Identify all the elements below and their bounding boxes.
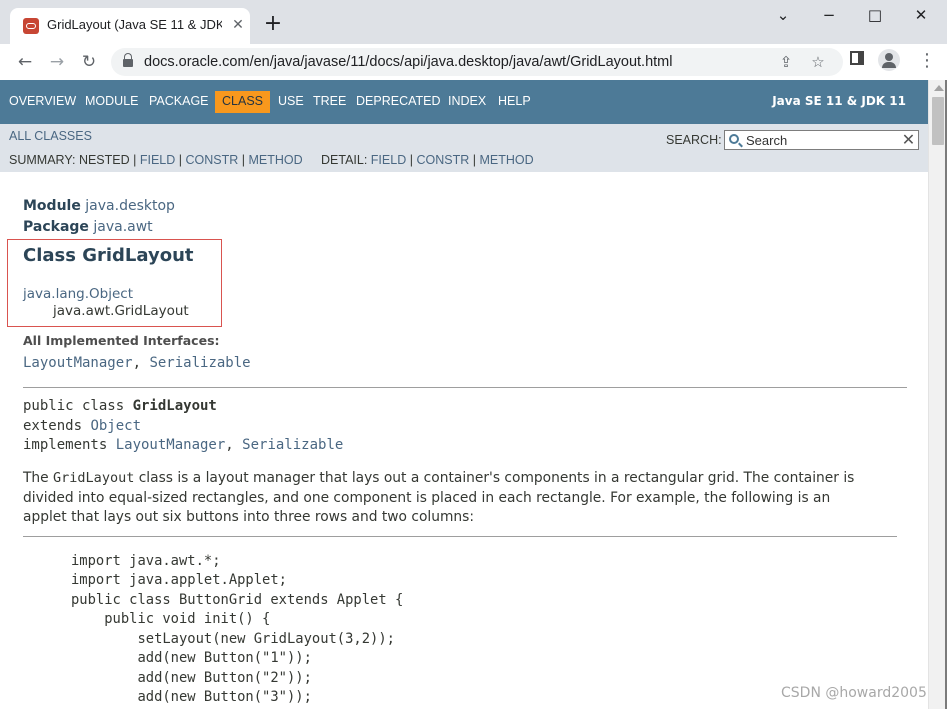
serializable-link[interactable]: Serializable <box>149 355 250 371</box>
share-icon[interactable]: ⇪ <box>775 51 797 73</box>
tab-strip: GridLayout (Java SE 11 & JDK ✕ + ⌄ − □ ✕ <box>0 0 947 44</box>
sub-navbar: ALL CLASSES SUMMARY: NESTED | FIELD | CO… <box>0 124 928 172</box>
url-text[interactable]: docs.oracle.com/en/java/javase/11/docs/a… <box>144 54 672 70</box>
implemented-interfaces-heading: All Implemented Interfaces: <box>23 333 220 348</box>
summary-nav: SUMMARY: NESTED | FIELD | CONSTR | METHO… <box>9 153 303 167</box>
nav-tree-link[interactable]: TREE <box>313 94 346 108</box>
side-panel-icon[interactable] <box>850 51 864 65</box>
decl-class-name: GridLayout <box>132 398 217 414</box>
maximize-button[interactable]: □ <box>860 4 890 26</box>
nav-use-link[interactable]: USE <box>278 94 304 108</box>
decl-serializable-link[interactable]: Serializable <box>242 437 343 453</box>
code-example: import java.awt.*; import java.applet.Ap… <box>71 172 403 705</box>
code-line: setLayout(new GridLayout(3,2)); <box>71 631 395 647</box>
nav-overview-link[interactable]: OVERVIEW <box>9 94 76 108</box>
profile-avatar[interactable] <box>878 49 900 71</box>
decl-separator: , <box>225 437 243 453</box>
tab-search-chevron-icon[interactable]: ⌄ <box>768 4 798 26</box>
search-label: SEARCH: <box>666 133 722 147</box>
bookmark-star-icon[interactable]: ☆ <box>807 51 829 73</box>
scrollbar-thumb[interactable] <box>932 97 944 145</box>
detail-constr-link[interactable]: CONSTR <box>416 153 469 167</box>
watermark-text: CSDN @howard2005 <box>781 685 927 701</box>
summary-constr-link[interactable]: CONSTR <box>186 153 239 167</box>
detail-method-link[interactable]: METHOD <box>479 153 533 167</box>
decl-extends: extends <box>23 418 91 434</box>
new-tab-button[interactable]: + <box>262 13 284 35</box>
reload-button[interactable]: ↻ <box>77 50 101 74</box>
desc-lead: The <box>23 470 54 486</box>
layoutmanager-link[interactable]: LayoutManager <box>23 355 133 371</box>
oracle-favicon-icon <box>23 18 39 34</box>
version-label: Java SE 11 & JDK 11 <box>772 94 906 108</box>
browser-toolbar: ← → ↻ docs.oracle.com/en/java/javase/11/… <box>0 44 947 80</box>
separator: | <box>472 153 476 167</box>
decl-object-link[interactable]: Object <box>90 418 141 434</box>
implemented-interfaces-list: LayoutManager, Serializable <box>23 355 251 371</box>
declaration-line-1: public class GridLayout <box>23 398 217 414</box>
lock-icon[interactable] <box>123 53 133 68</box>
close-window-button[interactable]: ✕ <box>906 4 936 26</box>
code-line: public void init() { <box>71 611 271 627</box>
nav-deprecated-link[interactable]: DEPRECATED <box>356 94 441 108</box>
detail-label: DETAIL: <box>321 153 368 167</box>
class-description: The GridLayout class is a layout manager… <box>23 469 893 528</box>
description-line-3: applet that lays out six buttons into th… <box>23 509 475 525</box>
separator: | <box>409 153 413 167</box>
description-line-1: The GridLayout class is a layout manager… <box>23 469 893 489</box>
desc-code: GridLayout <box>53 470 135 486</box>
declaration-line-2: extends Object <box>23 418 141 434</box>
separator: | <box>178 153 183 167</box>
search-icon <box>729 134 739 144</box>
forward-button[interactable]: → <box>45 50 69 74</box>
separator: | <box>133 153 137 167</box>
search-input[interactable] <box>746 132 896 148</box>
decl-modifiers: public class <box>23 398 133 414</box>
decl-implements: implements <box>23 437 116 453</box>
search-reset-icon[interactable]: ✕ <box>901 132 916 148</box>
nav-module-link[interactable]: MODULE <box>85 94 138 108</box>
code-line: import java.awt.*; <box>71 553 221 569</box>
code-line: public class ButtonGrid extends Applet { <box>71 592 404 608</box>
description-line-2: divided into equal-sized rectangles, and… <box>23 489 831 506</box>
code-line: import java.applet.Applet; <box>71 572 287 588</box>
desc-line1-rest: class is a layout manager that lays out … <box>134 470 855 486</box>
search-box[interactable]: ✕ <box>724 130 919 150</box>
summary-method-link[interactable]: METHOD <box>249 153 303 167</box>
tab-title: GridLayout (Java SE 11 & JDK <box>47 17 222 32</box>
back-button[interactable]: ← <box>13 50 37 74</box>
address-bar[interactable]: docs.oracle.com/en/java/javase/11/docs/a… <box>111 48 843 76</box>
nav-package-link[interactable]: PACKAGE <box>149 94 209 108</box>
code-line: add(new Button("3")); <box>71 689 312 705</box>
detail-field-link[interactable]: FIELD <box>371 153 406 167</box>
summary-nested: NESTED <box>78 153 130 167</box>
page-viewport: OVERVIEW MODULE PACKAGE CLASS USE TREE D… <box>0 80 928 709</box>
summary-field-link[interactable]: FIELD <box>140 153 175 167</box>
tab-close-icon[interactable]: ✕ <box>230 17 246 33</box>
divider <box>23 387 907 388</box>
declaration-line-3: implements LayoutManager, Serializable <box>23 437 343 453</box>
decl-layoutmanager-link[interactable]: LayoutManager <box>116 437 226 453</box>
detail-nav: DETAIL: FIELD | CONSTR | METHOD <box>321 153 534 167</box>
summary-label: SUMMARY: <box>9 153 76 167</box>
nav-class-active: CLASS <box>215 91 270 113</box>
code-line: add(new Button("2")); <box>71 670 312 686</box>
top-navbar: OVERVIEW MODULE PACKAGE CLASS USE TREE D… <box>0 80 928 124</box>
list-separator: , <box>132 355 150 371</box>
browser-tab[interactable]: GridLayout (Java SE 11 & JDK ✕ <box>10 8 250 44</box>
browser-menu-icon[interactable]: ⋮ <box>918 50 936 72</box>
minimize-button[interactable]: − <box>814 4 844 26</box>
nav-help-link[interactable]: HELP <box>498 94 531 108</box>
code-line: add(new Button("1")); <box>71 650 312 666</box>
divider <box>23 536 897 537</box>
nav-index-link[interactable]: INDEX <box>448 94 486 108</box>
all-classes-link[interactable]: ALL CLASSES <box>9 129 92 143</box>
scroll-up-arrow-icon[interactable] <box>934 85 944 91</box>
separator: | <box>241 153 246 167</box>
